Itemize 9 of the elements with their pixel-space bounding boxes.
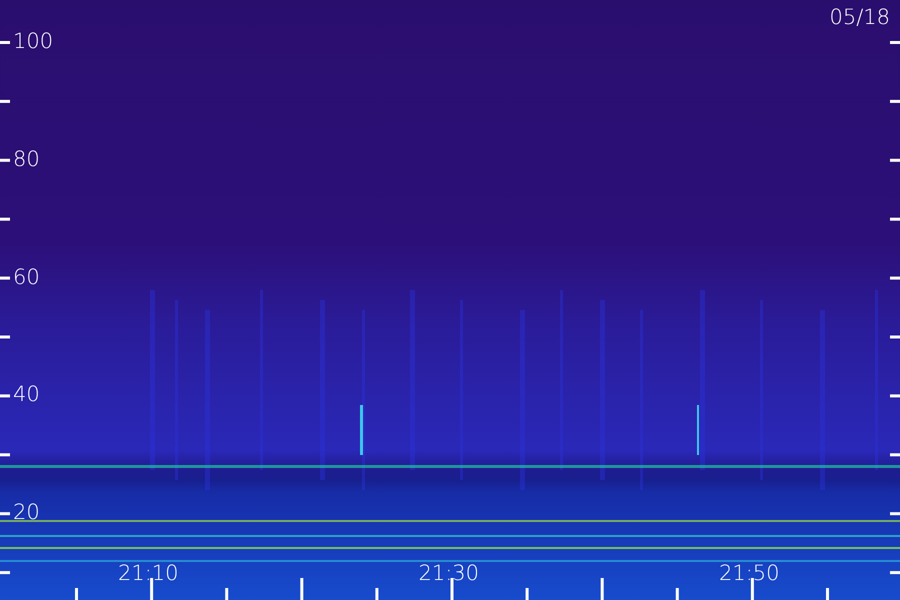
x-axis-label: 21:30: [418, 560, 480, 586]
y-axis-label: 100: [13, 28, 54, 54]
y-axis-label: 60: [13, 264, 40, 290]
date-label: 05/18: [829, 4, 890, 30]
y-axis-label: 40: [13, 381, 40, 408]
x-axis-label: 21:10: [118, 560, 179, 586]
x-axis-label: 21:50: [719, 560, 780, 586]
y-axis-label: 20: [13, 499, 40, 526]
y-axis-label: 80: [13, 146, 40, 172]
